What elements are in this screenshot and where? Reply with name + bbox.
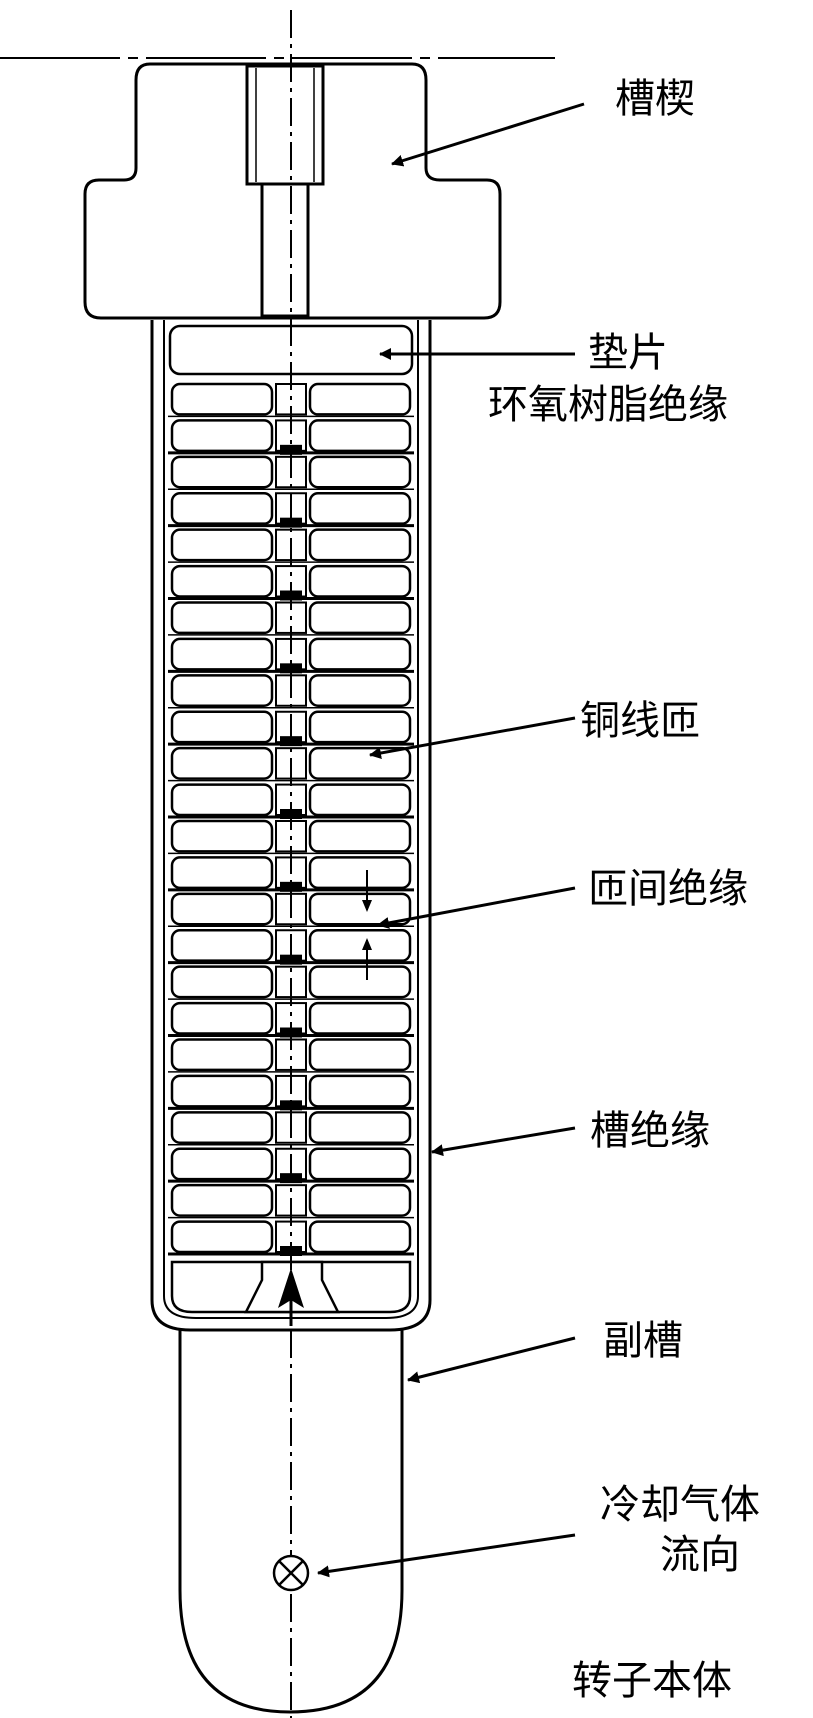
copper-turn-right (308, 601, 412, 635)
copper-turn-right (308, 455, 412, 489)
copper-turn-left (170, 965, 274, 999)
copper-turn-left (170, 564, 274, 598)
copper-turn-left (170, 455, 274, 489)
label-rotor-body: 转子本体 (572, 1658, 732, 1704)
label-gas-flow-line2: 流向 (660, 1532, 740, 1578)
copper-turn-left (170, 1147, 274, 1181)
copper-turn-left (170, 892, 274, 926)
copper-turn-left (170, 929, 274, 962)
copper-turn-right (308, 965, 412, 999)
copper-turn-right (308, 1038, 412, 1072)
copper-turn-right (308, 1074, 412, 1108)
copper-turn-right (308, 892, 412, 926)
label-spacer: 垫片 (588, 330, 668, 376)
wedge-vent-hole (245, 64, 325, 186)
copper-turn-left (170, 637, 274, 671)
copper-turn-right (308, 419, 412, 453)
copper-turn-right (308, 1147, 412, 1181)
label-epoxy-insulation: 环氧树脂绝缘 (488, 382, 728, 428)
wedge-vent-stem (260, 182, 310, 318)
leader-slot-insulation (431, 1126, 576, 1157)
copper-turn-left (170, 1183, 274, 1217)
copper-turn-right (308, 929, 412, 962)
label-turn-insulation: 匝间绝缘 (588, 866, 748, 912)
copper-turn-left (170, 1220, 274, 1254)
copper-turn-right (308, 1183, 412, 1217)
leader-gas-flow (317, 1533, 576, 1578)
copper-turn-left (170, 382, 274, 416)
label-slot-insulation: 槽绝缘 (590, 1108, 710, 1154)
copper-turn-right (308, 492, 412, 525)
copper-turn-left (170, 1111, 274, 1145)
label-sub-slot: 副槽 (603, 1318, 683, 1364)
copper-turn-right (308, 674, 412, 707)
copper-turn-right (308, 819, 412, 853)
copper-turn-left (170, 1074, 274, 1108)
circle-cross-icon (272, 1554, 310, 1592)
copper-turn-left (170, 710, 274, 744)
copper-turn-right (308, 710, 412, 744)
copper-turn-left (170, 528, 274, 562)
copper-turn-right (308, 637, 412, 671)
copper-turn-right (308, 1111, 412, 1145)
copper-turn-right (308, 382, 412, 416)
leader-sub-slot (407, 1336, 576, 1384)
copper-turn-left (170, 856, 274, 890)
copper-turn-right (308, 564, 412, 598)
copper-turn-left (170, 419, 274, 453)
slot-cross-section-drawing (0, 10, 585, 1718)
copper-turn-right (308, 1220, 412, 1254)
label-gas-flow-line1: 冷却气体 (600, 1482, 760, 1528)
copper-turn-right (308, 1001, 412, 1035)
copper-turn-left (170, 783, 274, 817)
copper-turn-left (170, 819, 274, 853)
copper-turn-left (170, 1038, 274, 1072)
copper-turn-left (170, 601, 274, 635)
rotor-slot-diagram: 槽楔 垫片 环氧树脂绝缘 铜线匝 匝间绝缘 槽绝缘 副槽 冷却气体 流向 转子本… (0, 0, 813, 1718)
copper-turn-left (170, 674, 274, 707)
copper-turn-left (170, 1001, 274, 1035)
copper-turn-right (308, 783, 412, 817)
label-wedge: 槽楔 (615, 76, 695, 122)
copper-turn-left (170, 746, 274, 780)
copper-turn-left (170, 492, 274, 525)
copper-turn-right (308, 746, 412, 780)
copper-turn-right (308, 528, 412, 562)
copper-turn-right (308, 856, 412, 890)
label-copper-turn: 铜线匝 (580, 698, 700, 744)
